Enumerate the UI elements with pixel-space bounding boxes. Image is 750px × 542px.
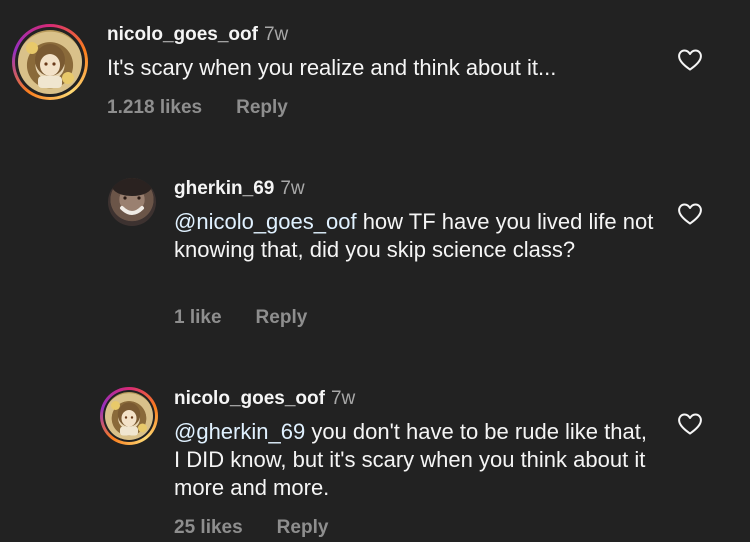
comment-meta: 1.218 likes Reply: [107, 97, 288, 119]
avatar-illustration: [111, 401, 147, 436]
comment-body: It's scary when you realize and think ab…: [107, 55, 557, 80]
mention-link[interactable]: @gherkin_69: [174, 419, 305, 444]
heart-outline-icon[interactable]: [677, 48, 703, 72]
likes-count[interactable]: 25 likes: [174, 517, 243, 538]
mention-link[interactable]: @nicolo_goes_oof: [174, 209, 357, 234]
username-text[interactable]: nicolo_goes_oof: [107, 24, 258, 45]
comment-time: 7w: [280, 178, 305, 199]
avatar-illustration: [26, 42, 74, 88]
avatar[interactable]: [105, 392, 153, 440]
comment-username[interactable]: nicolo_goes_oof 7w: [174, 388, 355, 410]
heart-outline-icon[interactable]: [677, 412, 703, 436]
comment-meta: 25 likes Reply: [174, 517, 328, 539]
reply-button[interactable]: Reply: [256, 307, 308, 328]
reply-button[interactable]: Reply: [277, 517, 329, 538]
reply-button[interactable]: Reply: [236, 97, 288, 118]
comment-username[interactable]: nicolo_goes_oof 7w: [107, 24, 288, 46]
comment-text: @gherkin_69 you don't have to be rude li…: [174, 418, 654, 502]
avatar-face: [112, 178, 152, 215]
heart-outline-icon[interactable]: [677, 202, 703, 226]
username-text[interactable]: nicolo_goes_oof: [174, 388, 325, 409]
comment-text: It's scary when you realize and think ab…: [107, 54, 667, 82]
comment-time: 7w: [330, 388, 356, 409]
username-text[interactable]: gherkin_69: [174, 178, 274, 199]
likes-count[interactable]: 1.218 likes: [107, 97, 202, 118]
avatar[interactable]: [18, 30, 82, 94]
comment-username[interactable]: gherkin_69 7w: [174, 178, 305, 200]
avatar[interactable]: [108, 178, 156, 226]
comment-text: @nicolo_goes_oof how TF have you lived l…: [174, 208, 654, 264]
likes-count[interactable]: 1 like: [174, 307, 222, 328]
story-ring[interactable]: [12, 24, 88, 100]
comment-time: 7w: [263, 24, 289, 45]
comment-meta: 1 like Reply: [174, 307, 307, 329]
story-ring[interactable]: [100, 387, 158, 445]
